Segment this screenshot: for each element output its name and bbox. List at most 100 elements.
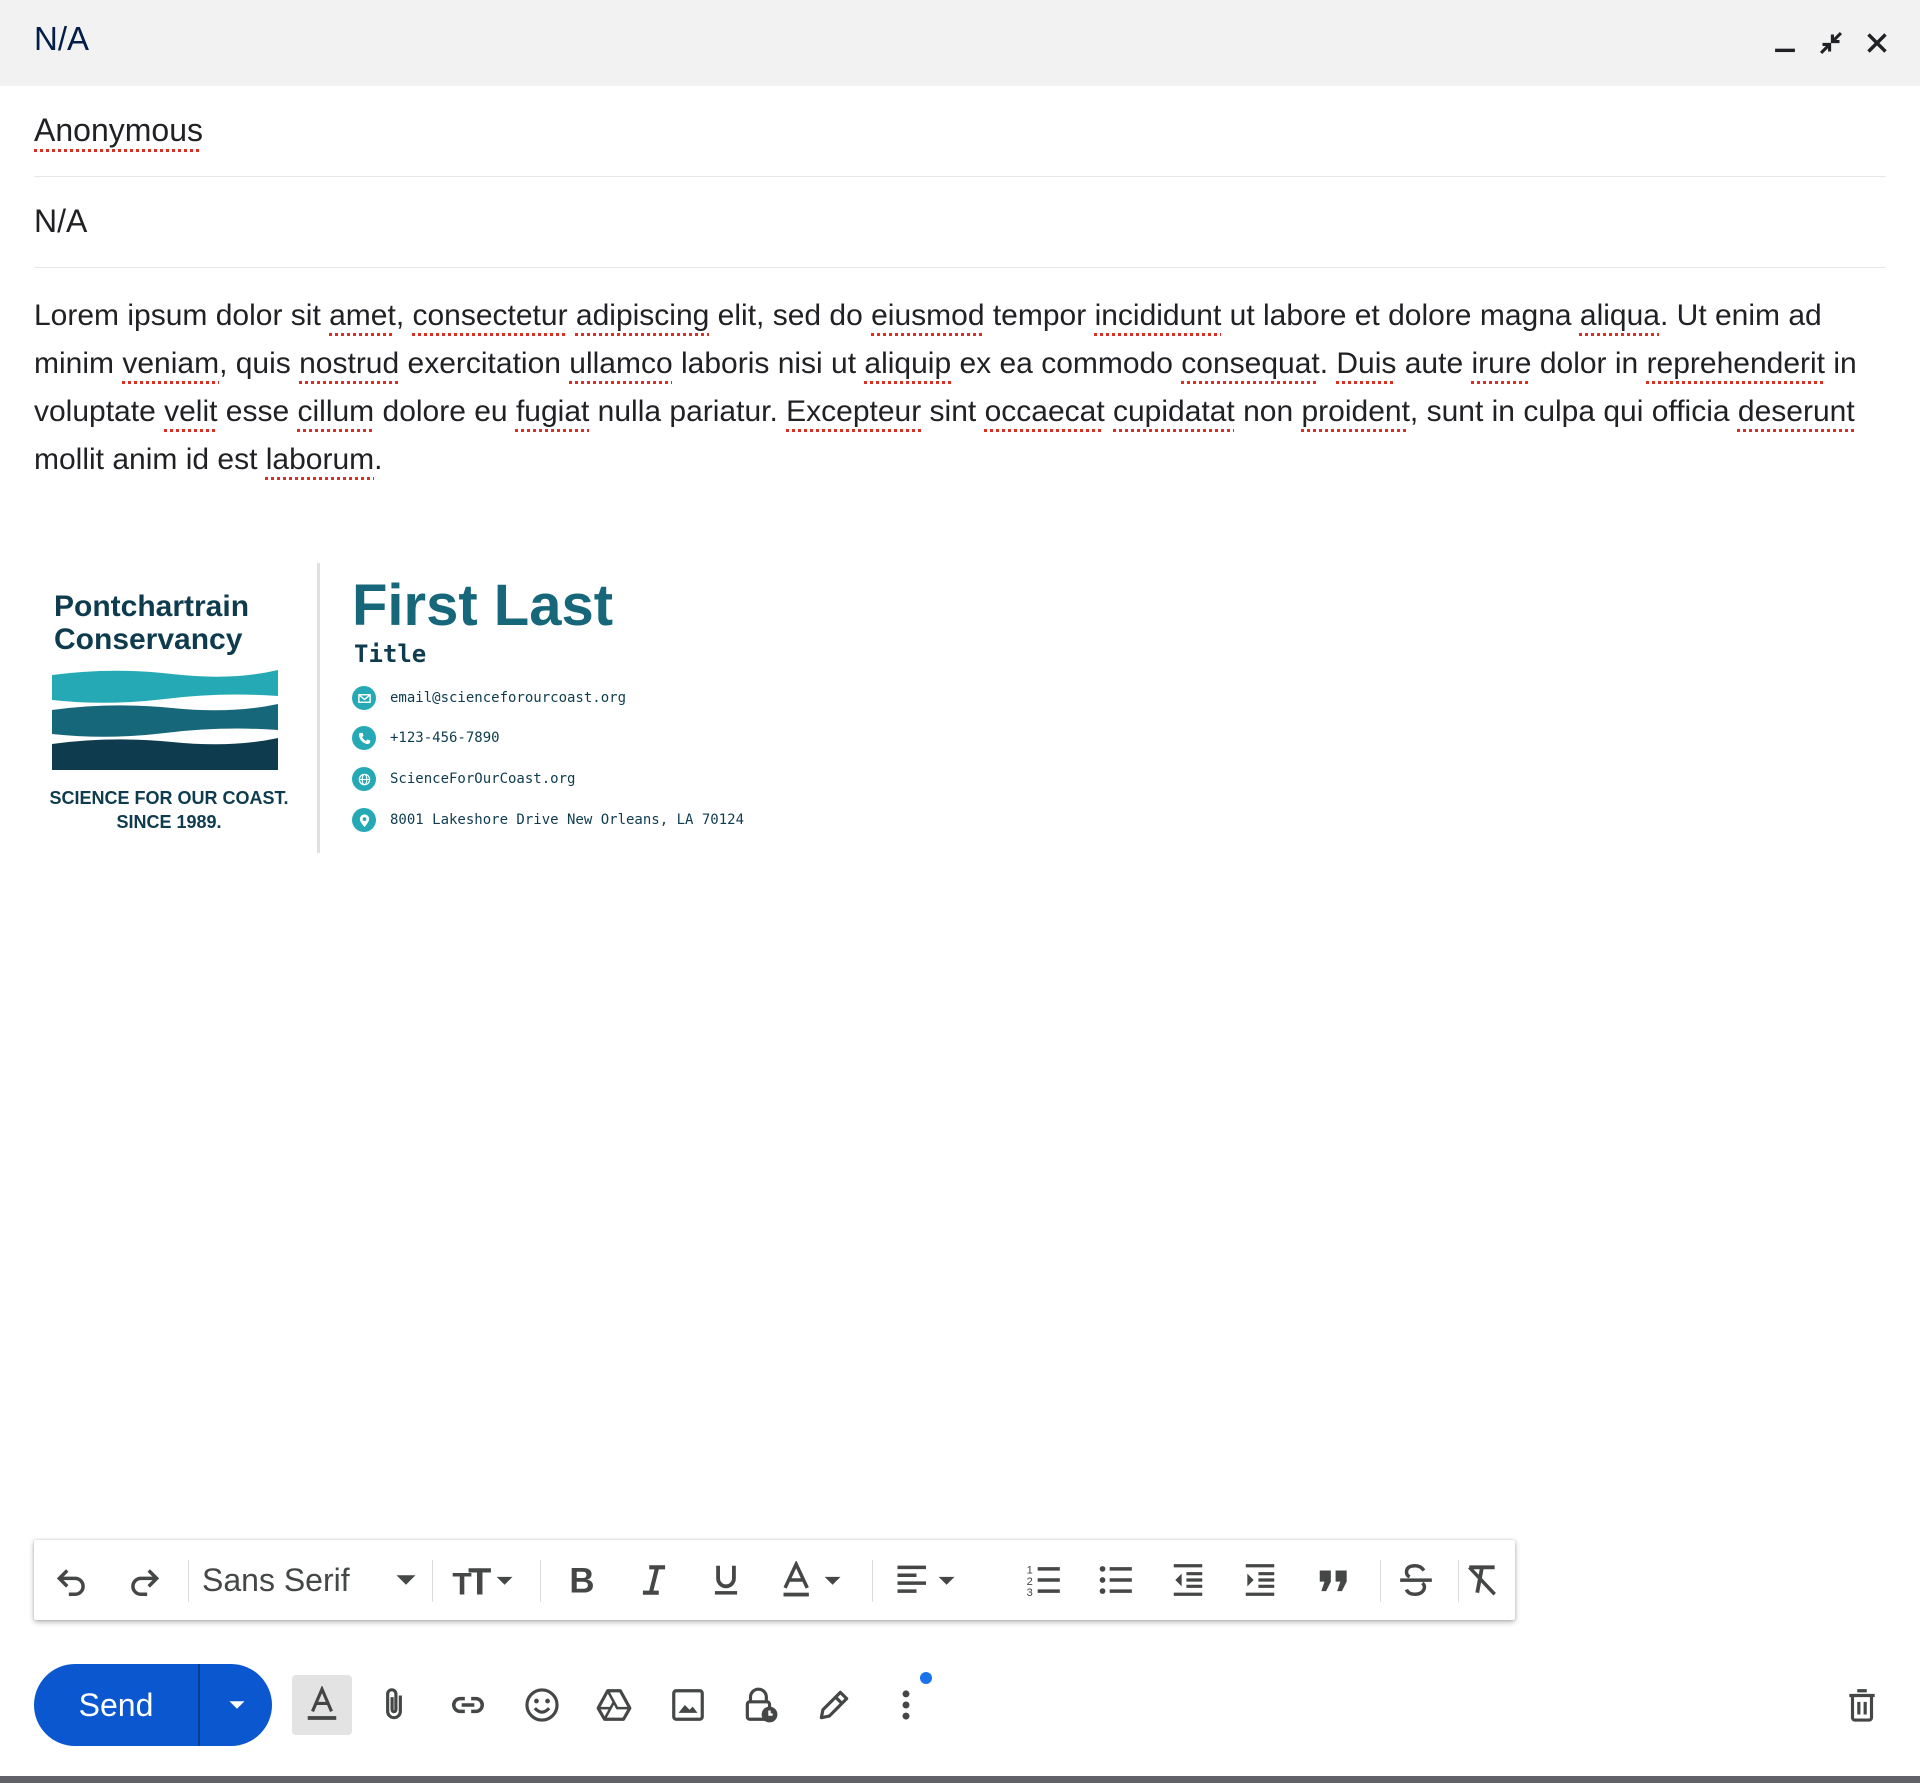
misspelled-word[interactable]: irure — [1471, 347, 1531, 380]
italic-button[interactable] — [626, 1556, 682, 1604]
send-button[interactable]: Send — [34, 1664, 198, 1746]
subject-input[interactable]: N/A — [34, 203, 87, 240]
background-window-strip — [0, 1776, 1920, 1783]
misspelled-word[interactable]: velit — [164, 395, 217, 428]
body-text-segment: nulla pariatur. — [589, 395, 787, 428]
confidential-mode-button[interactable] — [730, 1675, 790, 1735]
org-name-line2: Conservancy — [54, 623, 243, 656]
underline-icon — [714, 1565, 738, 1595]
indent-less-button[interactable] — [1160, 1556, 1216, 1604]
contact-address: 8001 Lakeshore Drive New Orleans, LA 701… — [352, 806, 744, 834]
undo-button[interactable] — [44, 1556, 100, 1604]
body-text-segment: , sunt in culpa qui officia — [1409, 395, 1738, 428]
body-text-segment: Lorem ipsum dolor sit — [34, 299, 330, 332]
svg-text:B: B — [569, 1562, 594, 1599]
address-text: 8001 Lakeshore Drive New Orleans, LA 701… — [390, 812, 745, 828]
strikethrough-button[interactable] — [1388, 1556, 1444, 1604]
exit-fullscreen-button[interactable] — [1810, 22, 1852, 64]
insert-photo-button[interactable] — [658, 1675, 718, 1735]
bulleted-list-button[interactable] — [1088, 1556, 1144, 1604]
body-text-segment: ut labore et dolore magna — [1221, 299, 1580, 332]
drive-icon — [596, 1689, 632, 1721]
misspelled-word[interactable]: proident — [1302, 395, 1410, 428]
indent-more-button[interactable] — [1232, 1556, 1288, 1604]
body-text-segment: exercitation — [399, 347, 570, 380]
org-logo-text: Pontchartrain Conservancy — [54, 590, 294, 656]
misspelled-word[interactable]: fugiat — [516, 395, 589, 428]
insert-emoji-button[interactable] — [512, 1675, 572, 1735]
body-text-segment: mollit anim id est — [34, 443, 266, 476]
to-field[interactable]: Anonymous — [34, 86, 1886, 177]
insert-signature-button[interactable] — [804, 1675, 864, 1735]
font-family-select[interactable]: Sans Serif — [202, 1556, 352, 1604]
formatting-options-button[interactable] — [292, 1675, 352, 1735]
misspelled-word[interactable]: aliqua — [1580, 299, 1660, 332]
insert-link-button[interactable] — [438, 1675, 498, 1735]
phone-number[interactable]: +123-456-7890 — [390, 730, 500, 746]
misspelled-word[interactable]: amet — [329, 299, 396, 332]
insert-drive-button[interactable] — [584, 1675, 644, 1735]
close-button[interactable] — [1856, 22, 1898, 64]
misspelled-word[interactable]: consequat — [1181, 347, 1319, 380]
email-link[interactable]: email@scienceforourcoast.org — [390, 690, 626, 706]
misspelled-word[interactable]: Duis — [1336, 347, 1396, 380]
bold-button[interactable]: B — [554, 1556, 610, 1604]
misspelled-word[interactable]: adipiscing — [576, 299, 709, 332]
strikethrough-icon — [1400, 1564, 1432, 1596]
quote-icon — [1319, 1570, 1347, 1592]
numbered-list-button[interactable]: 123 — [1016, 1556, 1072, 1604]
misspelled-word[interactable]: ullamco — [569, 347, 672, 380]
body-text-segment: non — [1234, 395, 1302, 428]
font-family-dropdown-button[interactable] — [386, 1556, 426, 1604]
body-text-segment: , quis — [219, 347, 300, 380]
misspelled-word[interactable]: deserunt — [1738, 395, 1855, 428]
recipient-chip[interactable]: Anonymous — [34, 112, 203, 149]
compose-title: N/A — [34, 20, 90, 57]
misspelled-word[interactable]: veniam — [122, 347, 219, 380]
misspelled-word[interactable]: reprehenderit — [1647, 347, 1825, 380]
bold-icon: B — [569, 1562, 594, 1599]
misspelled-word[interactable]: laborum — [266, 443, 374, 476]
contact-email: email@scienceforourcoast.org — [352, 684, 626, 712]
org-tagline: SCIENCE FOR OUR COAST. SINCE 1989. — [34, 786, 304, 834]
body-text-segment: , — [395, 299, 413, 332]
align-button[interactable] — [886, 1556, 966, 1604]
redo-button[interactable] — [116, 1556, 172, 1604]
body-text-segment: esse — [217, 395, 298, 428]
misspelled-word[interactable]: Excepteur — [786, 395, 921, 428]
body-text-segment: . — [1319, 347, 1337, 380]
website-link[interactable]: ScienceForOurCoast.org — [390, 771, 575, 787]
misspelled-word[interactable]: occaecat — [985, 395, 1105, 428]
remove-formatting-button[interactable] — [1454, 1556, 1510, 1604]
misspelled-word[interactable]: aliquip — [864, 347, 951, 380]
attach-files-button[interactable] — [364, 1675, 424, 1735]
signature-name: First Last — [352, 573, 614, 638]
misspelled-word[interactable]: eiusmod — [871, 299, 984, 332]
email-signature: Pontchartrain Conservancy SCIENCE FOR OU… — [34, 560, 1034, 860]
misspelled-word[interactable]: consectetur — [412, 299, 567, 332]
subject-field[interactable]: N/A — [34, 177, 1886, 268]
misspelled-word[interactable]: cupidatat — [1113, 395, 1235, 428]
text-color-icon — [783, 1561, 841, 1597]
location-pin-icon — [352, 808, 376, 832]
quote-button[interactable] — [1306, 1556, 1362, 1604]
exit-fullscreen-icon — [1819, 31, 1843, 55]
send-options-button[interactable] — [202, 1664, 272, 1746]
minimize-button[interactable] — [1764, 22, 1806, 64]
underline-button[interactable] — [698, 1556, 754, 1604]
message-body[interactable]: Lorem ipsum dolor sit amet, consectetur … — [34, 292, 1886, 484]
org-name-line1: Pontchartrain — [54, 590, 250, 623]
more-options-button[interactable] — [876, 1675, 936, 1735]
body-text-segment: ex ea commodo — [951, 347, 1182, 380]
discard-draft-button[interactable] — [1832, 1675, 1892, 1735]
misspelled-word[interactable]: nostrud — [299, 347, 399, 380]
body-text-segment: . — [374, 443, 383, 476]
send-button-group: Send — [34, 1664, 272, 1746]
misspelled-word[interactable]: incididunt — [1095, 299, 1222, 332]
toolbar-separator — [188, 1560, 189, 1602]
misspelled-word[interactable]: cillum — [298, 395, 375, 428]
font-size-button[interactable]: TT — [444, 1556, 524, 1604]
emoji-icon — [525, 1688, 559, 1722]
text-color-button[interactable] — [772, 1556, 852, 1604]
compose-header: N/A — [0, 0, 1920, 86]
